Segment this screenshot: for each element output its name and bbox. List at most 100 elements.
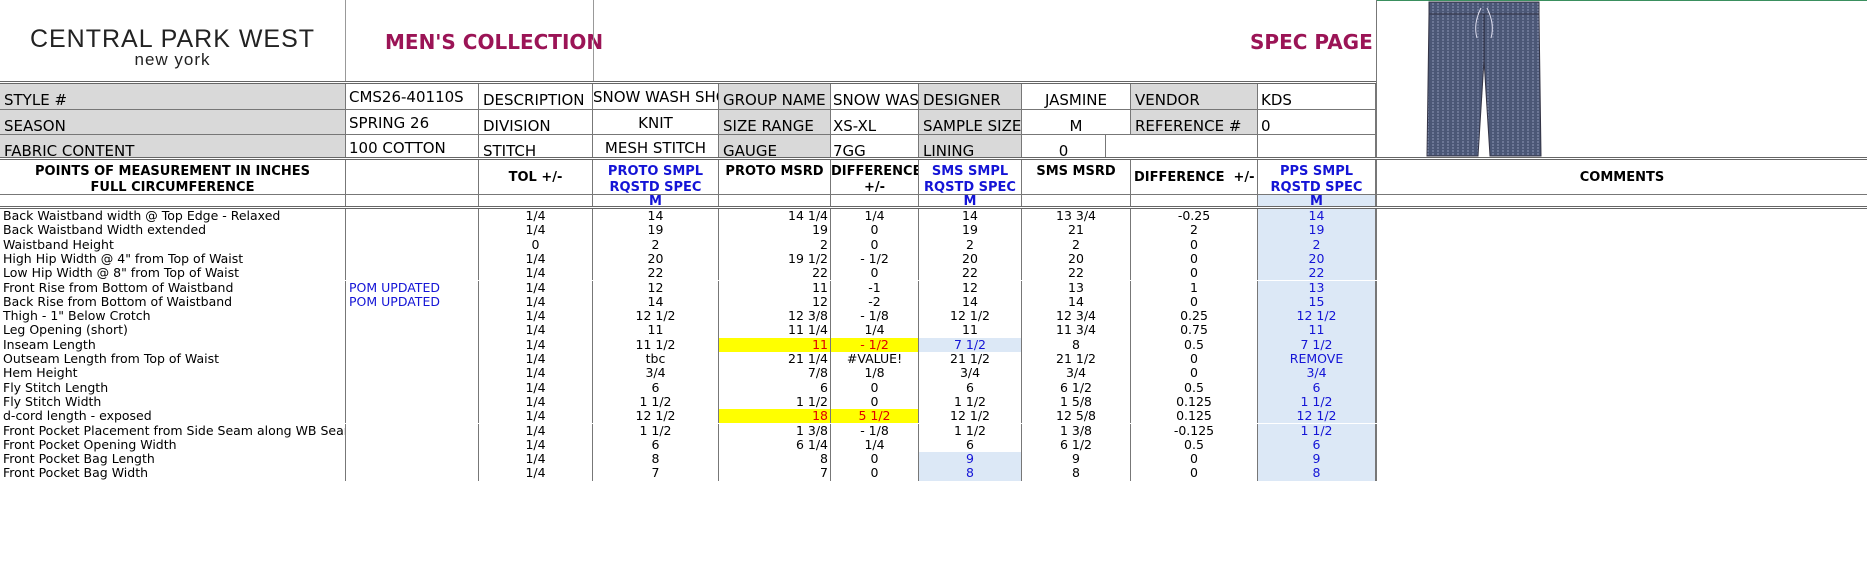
gauge-value: 7GG — [831, 135, 919, 158]
cell-pom: Front Pocket Opening Width — [0, 437, 346, 453]
cell-proto-spec: 14 — [593, 294, 719, 310]
cell-sms-msrd: 22 — [1022, 266, 1131, 281]
cell-sms-spec: 6 — [919, 437, 1022, 453]
cell-sms-msrd: 6 1/2 — [1022, 380, 1131, 395]
cell-proto-spec: 8 — [593, 452, 719, 467]
cell-diff1: 1/4 — [831, 437, 919, 453]
col-tol: TOL +/- — [479, 160, 593, 194]
cell-pps-spec: 7 1/2 — [1258, 337, 1376, 352]
cell-comments — [1376, 309, 1867, 324]
cell-note — [346, 366, 479, 381]
cell-comments — [1376, 380, 1867, 395]
division-label: DIVISION — [479, 110, 593, 134]
cell-pom: High Hip Width @ 4" from Top of Waist — [0, 251, 346, 267]
cell-note — [346, 409, 479, 424]
cell-proto-msrd: 7 — [719, 466, 831, 481]
cell-note — [346, 452, 479, 467]
cell-proto-spec: 14 — [593, 209, 719, 224]
cell-comments — [1376, 251, 1867, 267]
cell-sms-spec: 2 — [919, 237, 1022, 252]
cell-comments — [1376, 452, 1867, 467]
cell-pom: Front Rise from Bottom of Waistband — [0, 280, 346, 295]
cell-pps-spec: REMOVE — [1258, 352, 1376, 367]
cell-diff2: 0 — [1131, 352, 1258, 367]
cell-pps-spec: 20 — [1258, 251, 1376, 267]
reference-label: REFERENCE # — [1131, 110, 1258, 134]
cell-proto-spec: 19 — [593, 223, 719, 238]
cell-pom: Fly Stitch Width — [0, 394, 346, 410]
col-proto-msrd: PROTO MSRD — [719, 160, 831, 194]
description-label: DESCRIPTION — [479, 84, 593, 109]
brand-line1: CENTRAL PARK WEST — [29, 25, 316, 53]
cell-comments — [1376, 266, 1867, 281]
cell-proto-spec: 7 — [593, 466, 719, 481]
cell-pom: Thigh - 1" Below Crotch — [0, 309, 346, 324]
cell-sms-msrd: 8 — [1022, 337, 1131, 352]
cell-diff2: 0.5 — [1131, 337, 1258, 352]
cell-proto-msrd: 19 — [719, 223, 831, 238]
group-value: SNOW WASH — [831, 84, 919, 109]
sample-size-value: M — [1022, 110, 1131, 134]
fabric-label: FABRIC CONTENT — [0, 135, 346, 158]
cell-tol: 1/4 — [479, 337, 593, 352]
cell-note — [346, 323, 479, 338]
cell-diff2: 0 — [1131, 452, 1258, 467]
cell-proto-msrd: 12 3/8 — [719, 309, 831, 324]
cell-diff1: - 1/2 — [831, 337, 919, 352]
cell-diff1: 1/4 — [831, 209, 919, 224]
cell-tol: 1/4 — [479, 366, 593, 381]
garment-sketch — [1376, 0, 1867, 158]
cell-proto-msrd: 1 3/8 — [719, 423, 831, 438]
cell-sms-msrd: 3/4 — [1022, 366, 1131, 381]
cell-proto-spec: 12 1/2 — [593, 309, 719, 324]
cell-diff1: -1 — [831, 280, 919, 295]
cell-diff2: 0 — [1131, 266, 1258, 281]
cell-proto-msrd: 19 1/2 — [719, 251, 831, 267]
cell-sms-spec: 1 1/2 — [919, 394, 1022, 410]
cell-pps-spec: 2 — [1258, 237, 1376, 252]
cell-pps-spec: 6 — [1258, 380, 1376, 395]
cell-pps-spec: 6 — [1258, 437, 1376, 453]
cell-sms-spec: 14 — [919, 209, 1022, 224]
cell-tol: 1/4 — [479, 294, 593, 310]
cell-pom: Waistband Height — [0, 237, 346, 252]
cell-tol: 1/4 — [479, 352, 593, 367]
cell-proto-spec: 12 — [593, 280, 719, 295]
cell-diff1: - 1/8 — [831, 423, 919, 438]
cell-note — [346, 237, 479, 252]
cell-pom: Outseam Length from Top of Waist — [0, 352, 346, 367]
season-value: SPRING 26 — [346, 110, 479, 134]
description-value: SNOW WASH SHORT — [593, 84, 719, 109]
cell-sms-msrd: 1 3/8 — [1022, 423, 1131, 438]
cell-note — [346, 337, 479, 352]
vendor-value: KDS — [1258, 84, 1376, 109]
cell-comments — [1376, 323, 1867, 338]
cell-proto-msrd: 7/8 — [719, 366, 831, 381]
cell-note — [346, 437, 479, 453]
cell-pom: Back Waistband width @ Top Edge - Relaxe… — [0, 209, 346, 224]
cell-note: POM UPDATED — [346, 280, 479, 295]
col-diff1: DIFFERENCE +/- — [831, 160, 919, 194]
fabric-value: 100 COTTON — [346, 135, 479, 158]
cell-note — [346, 423, 479, 438]
collection-title: MEN'S COLLECTION — [385, 32, 604, 52]
cell-comments — [1376, 280, 1867, 295]
cell-sms-spec: 21 1/2 — [919, 352, 1022, 367]
reference-value: 0 — [1258, 110, 1376, 134]
cell-sms-msrd: 12 3/4 — [1022, 309, 1131, 324]
cell-sms-spec: 19 — [919, 223, 1022, 238]
cell-proto-msrd: 1 1/2 — [719, 394, 831, 410]
cell-comments — [1376, 209, 1867, 224]
cell-tol: 1/4 — [479, 251, 593, 267]
cell-proto-msrd: 22 — [719, 266, 831, 281]
cell-diff2: 0.75 — [1131, 323, 1258, 338]
designer-label: DESIGNER — [919, 84, 1022, 109]
cell-diff1: 0 — [831, 466, 919, 481]
cell-note — [346, 394, 479, 410]
division-value: KNIT — [593, 110, 719, 134]
cell-tol: 1/4 — [479, 380, 593, 395]
shorts-sketch-icon — [1426, 1, 1542, 157]
cell-sms-spec: 22 — [919, 266, 1022, 281]
cell-diff2: 0.25 — [1131, 309, 1258, 324]
cell-proto-spec: 6 — [593, 380, 719, 395]
